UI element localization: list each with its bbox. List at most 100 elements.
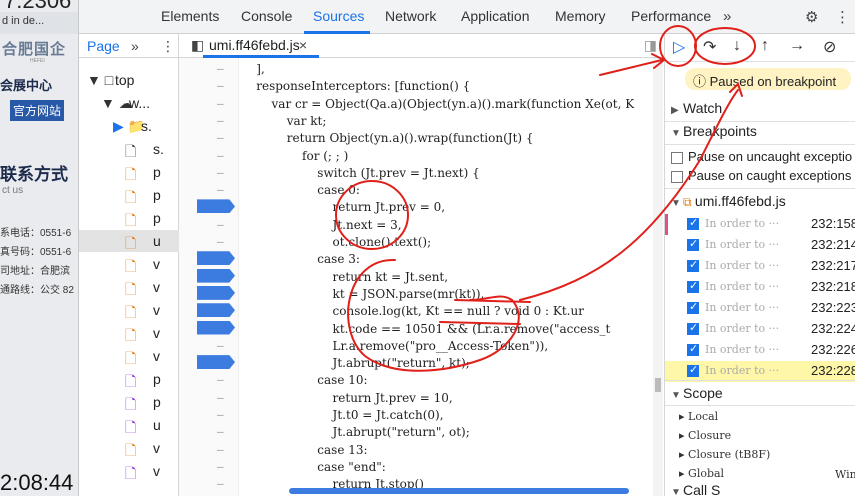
breakpoint-marker[interactable] xyxy=(197,285,235,300)
line-marker[interactable]: – xyxy=(217,114,224,127)
code-line[interactable]: ], xyxy=(241,62,265,76)
official-site-button[interactable]: 官方网站 xyxy=(10,100,65,121)
line-marker[interactable]: – xyxy=(217,339,224,352)
scope-item[interactable]: ▸ Closure xyxy=(679,429,731,442)
line-marker[interactable]: – xyxy=(217,218,224,231)
breakpoint-marker[interactable] xyxy=(197,268,235,283)
checkbox[interactable] xyxy=(687,279,699,293)
gear-icon[interactable]: ⚙ xyxy=(805,8,818,26)
code-line[interactable]: return Jt.prev = 0, xyxy=(241,200,446,214)
code-line[interactable]: var kt; xyxy=(241,114,327,128)
watch-section[interactable]: ▶ Watch xyxy=(671,100,722,116)
tree-item[interactable]: 🗋 v xyxy=(79,299,179,321)
line-marker[interactable]: – xyxy=(217,183,224,196)
line-marker[interactable]: – xyxy=(217,79,224,92)
tree-item[interactable]: 🗋 u xyxy=(79,414,179,436)
breakpoint-marker[interactable] xyxy=(197,303,235,318)
more-vertical-icon[interactable]: ⋮ xyxy=(835,8,850,26)
line-marker[interactable]: – xyxy=(217,149,224,162)
checkbox[interactable] xyxy=(687,237,699,251)
breakpoint-row[interactable]: In order to ··· 232:218 xyxy=(665,277,855,298)
deactivate-breakpoints-icon[interactable]: ⊘ xyxy=(823,37,836,57)
tab-network[interactable]: Network xyxy=(385,8,436,24)
horizontal-scrollbar[interactable] xyxy=(289,488,629,494)
breakpoint-marker[interactable] xyxy=(197,355,235,370)
breakpoint-marker[interactable] xyxy=(197,251,235,266)
code-line[interactable]: return kt = Jt.sent, xyxy=(241,270,449,284)
checkbox[interactable] xyxy=(687,300,699,314)
pause-caught-checkbox[interactable]: Pause on caught exceptions xyxy=(671,168,851,183)
scope-item[interactable]: ▸ Local xyxy=(679,410,718,423)
file-tab-umi[interactable]: umi.ff46febd.js xyxy=(209,37,300,53)
tree-item[interactable]: ▶ 📁 s. xyxy=(79,115,179,137)
checkbox[interactable] xyxy=(671,151,683,164)
breakpoint-row[interactable]: In order to ··· 232:217 xyxy=(665,256,855,277)
step-out-icon[interactable]: ↑ xyxy=(761,37,769,55)
code-line[interactable]: switch (Jt.prev = Jt.next) { xyxy=(241,166,479,180)
code-line[interactable]: for (; ; ) xyxy=(241,149,348,163)
code-line[interactable]: Jt.abrupt("return", ot); xyxy=(241,425,470,439)
checkbox[interactable] xyxy=(687,321,699,335)
line-marker[interactable]: – xyxy=(217,131,224,144)
toggle-navigator-icon[interactable]: ◧ xyxy=(191,37,204,54)
tree-item[interactable]: 🗋 s. xyxy=(79,138,179,160)
line-marker[interactable]: – xyxy=(217,443,224,456)
breakpoint-marker[interactable] xyxy=(197,320,235,335)
line-gutter[interactable]: ––––––––––––––––––––––––– xyxy=(179,58,239,496)
breakpoint-row[interactable]: In order to ··· 232:223 xyxy=(665,298,855,319)
breakpoint-row[interactable]: In order to ··· 232:158 xyxy=(665,214,855,235)
line-marker[interactable]: – xyxy=(217,166,224,179)
line-marker[interactable]: – xyxy=(217,460,224,473)
toggle-debugger-icon[interactable]: ◨ xyxy=(644,37,657,54)
tree-item[interactable]: 🗋 u xyxy=(79,230,179,252)
scope-item[interactable]: ▸ Closure (tB8F) xyxy=(679,448,770,461)
chevron-double-right-icon[interactable]: » xyxy=(131,38,139,54)
code-line[interactable]: responseInterceptors: [function() { xyxy=(241,79,470,93)
tree-item[interactable]: ▼ □ top xyxy=(79,69,179,91)
scope-section[interactable]: ▼ Scope xyxy=(671,385,723,401)
code-line[interactable]: case 3: xyxy=(241,252,360,266)
step-over-icon[interactable]: ↷ xyxy=(703,37,716,57)
tree-item[interactable]: 🗋 v xyxy=(79,437,179,459)
checkbox[interactable] xyxy=(687,216,699,230)
tab-page[interactable]: Page xyxy=(87,38,120,54)
tree-item[interactable]: 🗋 p xyxy=(79,368,179,390)
tree-item[interactable]: 🗋 p xyxy=(79,207,179,229)
step-into-icon[interactable]: ↓ xyxy=(733,37,741,55)
code-line[interactable]: case 13: xyxy=(241,443,367,457)
more-vertical-icon[interactable]: ⋮ xyxy=(161,38,175,55)
checkbox[interactable] xyxy=(687,258,699,272)
pause-uncaught-checkbox[interactable]: Pause on uncaught exceptio xyxy=(671,149,852,164)
line-marker[interactable]: – xyxy=(217,235,224,248)
tab-memory[interactable]: Memory xyxy=(555,8,606,24)
line-marker[interactable]: – xyxy=(217,408,224,421)
scrollbar-thumb[interactable] xyxy=(655,378,661,392)
breakpoint-row[interactable]: In order to ··· 232:226 xyxy=(665,340,855,361)
checkbox[interactable] xyxy=(687,342,699,356)
checkbox[interactable] xyxy=(671,170,683,183)
code-line[interactable]: kt.code == 10501 && (Lr.a.remove("access… xyxy=(241,322,611,336)
code-line[interactable]: Jt.next = 3, xyxy=(241,218,402,232)
tab-elements[interactable]: Elements xyxy=(161,8,219,24)
breakpoint-row[interactable]: In order to ··· 232:214 xyxy=(665,235,855,256)
breakpoints-section[interactable]: ▼ Breakpoints xyxy=(671,123,757,139)
line-marker[interactable]: – xyxy=(217,391,224,404)
step-icon[interactable]: → xyxy=(789,37,805,55)
tree-item[interactable]: 🗋 v xyxy=(79,345,179,367)
vertical-scrollbar[interactable] xyxy=(653,58,663,496)
call-stack-section[interactable]: ▼ Call S xyxy=(671,482,720,496)
breakpoint-file-group[interactable]: ▼ ⧉ umi.ff46febd.js xyxy=(671,193,786,210)
code-line[interactable]: case 0: xyxy=(241,183,360,197)
tree-item[interactable]: 🗋 v xyxy=(79,460,179,482)
resume-icon[interactable]: ▷ xyxy=(673,37,685,57)
breakpoint-marker[interactable] xyxy=(197,199,235,214)
code-line[interactable]: Jt.abrupt("return", kt); xyxy=(241,356,470,370)
line-marker[interactable]: – xyxy=(217,425,224,438)
breakpoint-row[interactable]: In order to ··· 232:228 xyxy=(665,361,855,382)
code-line[interactable]: return Object(yn.a)().wrap(function(Jt) … xyxy=(241,131,534,145)
close-icon[interactable]: × xyxy=(299,37,307,53)
tab-application[interactable]: Application xyxy=(461,8,530,24)
code-line[interactable]: console.log(kt, Kt == null ? void 0 : Kt… xyxy=(241,304,584,318)
tree-item[interactable]: 🗋 v xyxy=(79,322,179,344)
scope-item[interactable]: ▸ Global xyxy=(679,467,724,480)
